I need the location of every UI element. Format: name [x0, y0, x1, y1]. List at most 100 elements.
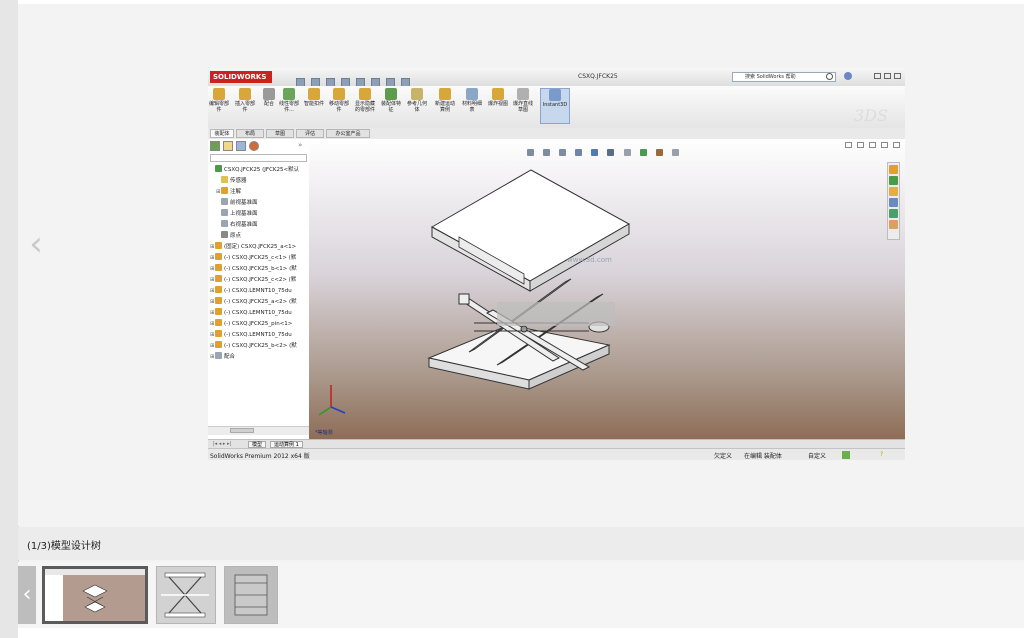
- file-explorer-icon[interactable]: [889, 187, 898, 196]
- tree-filter[interactable]: [210, 154, 307, 162]
- design-library-icon[interactable]: [889, 176, 898, 185]
- insert-component-button[interactable]: 插入零部件: [234, 88, 256, 113]
- thumbnail-2[interactable]: [156, 566, 216, 624]
- assembly-feature-icon: [385, 88, 397, 100]
- tab-assembly[interactable]: 装配体: [210, 129, 234, 138]
- tree-item[interactable]: ⊞ (固定) CSXQ.JFCK25_a<1>: [210, 242, 296, 252]
- restore-icon[interactable]: [884, 73, 891, 79]
- property-manager-icon[interactable]: [223, 141, 233, 151]
- solidworks-screenshot[interactable]: SOLIDWORKS CSXQ.JFCK25 搜索 SolidWorks 帮助 …: [208, 68, 905, 460]
- exploded-view-button[interactable]: 爆炸视图: [487, 88, 509, 107]
- move-component-button[interactable]: 移动零部件: [328, 88, 350, 113]
- reference-geometry-button[interactable]: 参考几何体: [406, 88, 428, 113]
- search-icon[interactable]: [826, 73, 833, 80]
- status-bar: SolidWorks Premium 2012 x64 版 欠定义 在编辑 装配…: [208, 448, 905, 460]
- view-palette-icon[interactable]: [889, 198, 898, 207]
- tree-item-label: (-) CSXQ.JFCK25_b<2> (默: [224, 343, 297, 349]
- sw-title-bar: SOLIDWORKS CSXQ.JFCK25 搜索 SolidWorks 帮助: [208, 68, 905, 87]
- tree-item[interactable]: 前视基准面: [216, 198, 258, 208]
- new-motion-study-button[interactable]: 新建运动算例: [434, 88, 456, 113]
- help-status-icon[interactable]: ?: [880, 451, 883, 458]
- linear-pattern-button[interactable]: 线性零部件...: [278, 88, 300, 113]
- appearances-icon[interactable]: [889, 209, 898, 218]
- tab-layout[interactable]: 布局: [236, 129, 264, 138]
- custom-properties-icon[interactable]: [889, 220, 898, 229]
- graphics-area[interactable]: www.3d.com *等轴测: [309, 139, 905, 439]
- tree-item[interactable]: 传感器: [216, 176, 247, 186]
- tree-node-icon: [215, 264, 222, 271]
- assembly-feature-button[interactable]: 装配体特征: [380, 88, 402, 113]
- tab-office-products[interactable]: 办公室产品: [326, 129, 370, 138]
- panel-scrollbar[interactable]: [208, 426, 309, 435]
- tree-node-icon: [215, 253, 222, 260]
- tab-sketch[interactable]: 草图: [266, 129, 294, 138]
- ribbon-label: 显示隐藏的零部件: [354, 101, 375, 113]
- tree-item[interactable]: ⊞ (-) CSXQ.JFCK25_pin<1>: [210, 319, 292, 329]
- tree-item-label: (-) CSXQ.LEMNT10_75du: [224, 310, 292, 316]
- tree-node-icon: [221, 231, 228, 238]
- tree-item[interactable]: 原点: [216, 231, 241, 241]
- instant3d-button[interactable]: Instant3D: [540, 88, 570, 124]
- tree-item[interactable]: ⊞ (-) CSXQ.LEMNT10_75du: [210, 308, 292, 318]
- tree-item[interactable]: ⊞ 注解: [216, 187, 241, 197]
- thumbnail-2-image: [161, 572, 209, 618]
- tree-node-icon: [215, 242, 222, 249]
- bom-button[interactable]: 材料明细表: [461, 88, 483, 113]
- prev-image-arrow[interactable]: ‹: [26, 226, 46, 262]
- tree-item[interactable]: ⊞ (-) CSXQ.LEMNT10_75du: [210, 286, 292, 296]
- tab-motion-study[interactable]: 运动算例 1: [270, 441, 303, 448]
- resources-icon[interactable]: [889, 165, 898, 174]
- tree-node-icon: [215, 308, 222, 315]
- task-pane[interactable]: [887, 162, 900, 240]
- tree-item-label: (-) CSXQ.LEMNT10_75du: [224, 288, 292, 294]
- show-hidden-button[interactable]: 显示隐藏的零部件: [354, 88, 376, 113]
- tree-item-label: (-) CSXQ.JFCK25_pin<1>: [224, 321, 293, 327]
- tree-item[interactable]: ⊞ (-) CSXQ.JFCK25_b<2> (默: [210, 341, 297, 351]
- tree-item[interactable]: ⊞ (-) CSXQ.LEMNT10_75du: [210, 330, 292, 340]
- minimize-icon[interactable]: [874, 73, 881, 79]
- expand-icon[interactable]: »: [298, 141, 302, 149]
- close-icon[interactable]: [894, 73, 901, 79]
- tree-item[interactable]: ⊞ (-) CSXQ.JFCK25_b<1> (默: [210, 264, 297, 274]
- panel-icon-row: »: [208, 141, 309, 153]
- edit-component-button[interactable]: 编辑零部件: [208, 88, 230, 113]
- appearance-icon[interactable]: [249, 141, 259, 151]
- ribbon-label: 爆炸直线草图: [512, 101, 533, 113]
- thumbnail-1[interactable]: [42, 566, 148, 624]
- tree-item-label: (-) CSXQ.JFCK25_c<2> (默: [224, 277, 297, 283]
- tab-evaluate[interactable]: 评估: [296, 129, 324, 138]
- left-rail: [0, 0, 19, 638]
- smart-fastener-button[interactable]: 智能扣件: [303, 88, 325, 107]
- insert-component-icon: [239, 88, 251, 100]
- tree-item[interactable]: ⊞ 配合: [210, 352, 235, 362]
- tree-node-icon: [221, 220, 228, 227]
- tab-nav-arrows[interactable]: |◂ ◂ ▸ ▸|: [210, 441, 234, 448]
- document-title: CSXQ.JFCK25: [578, 73, 618, 80]
- tab-model[interactable]: 模型: [248, 441, 267, 448]
- tree-item[interactable]: 右视基准面: [216, 220, 258, 230]
- tree-node-icon: [215, 341, 222, 348]
- tree-item[interactable]: ⊞ (-) CSXQ.JFCK25_c<2> (默: [210, 275, 296, 285]
- tree-item[interactable]: 上视基准面: [216, 209, 258, 219]
- ribbon-label: 智能扣件: [303, 101, 324, 107]
- status-custom[interactable]: 自定义: [808, 451, 826, 460]
- tree-item-label: 前视基准面: [230, 200, 258, 206]
- watermark-text: www.3d.com: [567, 256, 612, 264]
- instant3d-icon: [549, 89, 561, 101]
- mate-button[interactable]: 配合: [258, 88, 280, 107]
- help-search-input[interactable]: 搜索 SolidWorks 帮助: [732, 72, 836, 82]
- thumb-prev-arrow[interactable]: ‹: [18, 566, 36, 624]
- tree-item[interactable]: ⊞ (-) CSXQ.JFCK25_a<2> (默: [210, 297, 297, 307]
- tree-node-icon: [215, 165, 222, 172]
- ribbon-label: 材料明细表: [461, 101, 482, 113]
- tree-item[interactable]: ⊞ (-) CSXQ.JFCK25_c<1> (默: [210, 253, 296, 263]
- quick-access-toolbar[interactable]: [296, 72, 466, 87]
- configuration-manager-icon[interactable]: [236, 141, 246, 151]
- tree-item-label: (-) CSXQ.LEMNT10_75du: [224, 332, 292, 338]
- feature-tree-icon[interactable]: [210, 141, 220, 151]
- thumbnail-3[interactable]: [224, 566, 278, 624]
- help-icon[interactable]: [844, 72, 852, 80]
- tree-item[interactable]: CSXQ.JFCK25 (JFCK25<默认: [210, 165, 299, 175]
- scroll-thumb[interactable]: [230, 428, 254, 433]
- explode-line-sketch-button[interactable]: 爆炸直线草图: [512, 88, 534, 113]
